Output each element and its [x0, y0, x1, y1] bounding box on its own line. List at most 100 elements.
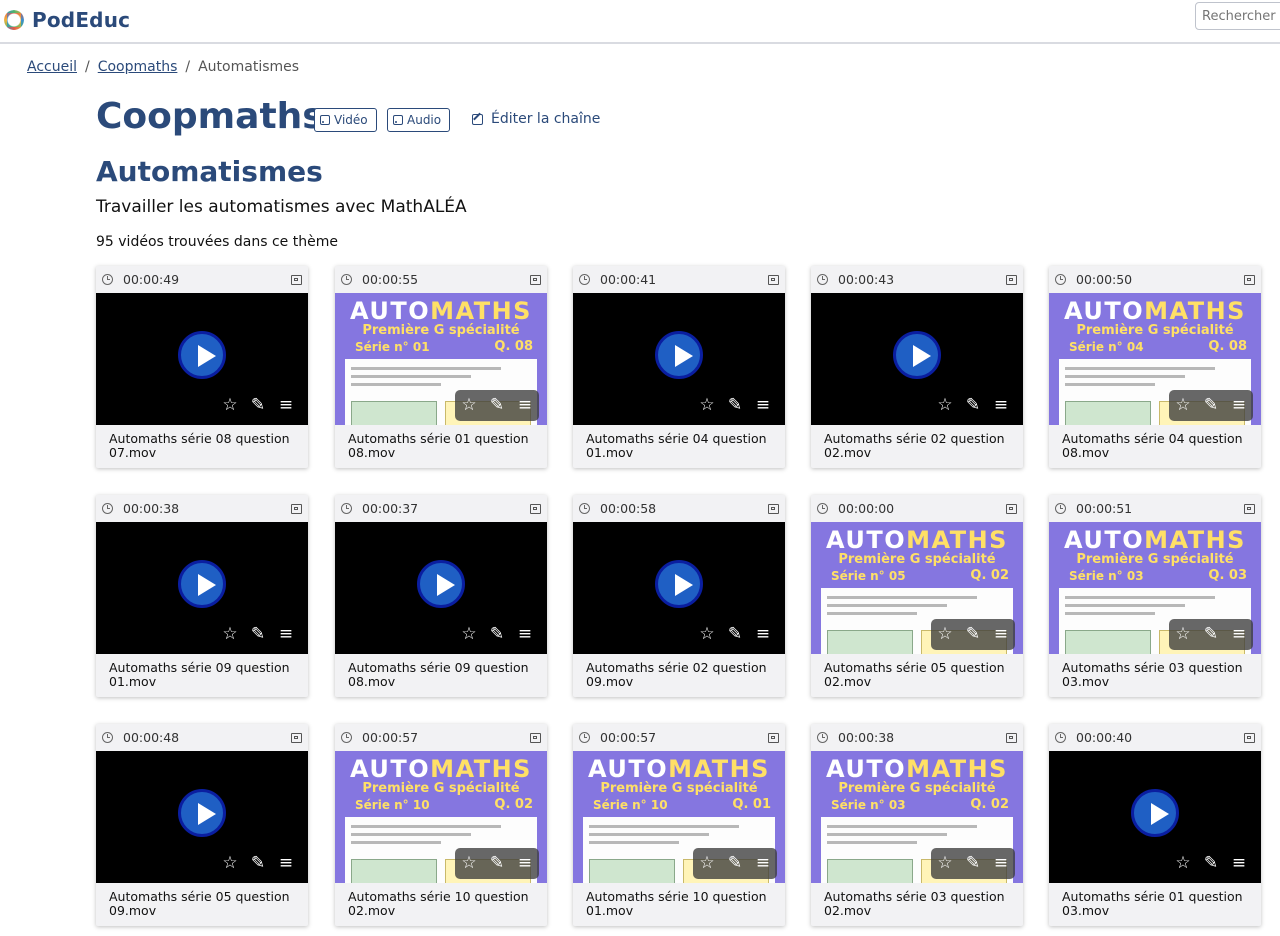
video-title[interactable]: Automaths série 03 question 03.mov [1062, 661, 1252, 689]
edit-icon[interactable]: ✎ [725, 855, 745, 872]
video-title[interactable]: Automaths série 05 question 02.mov [824, 661, 1014, 689]
menu-icon[interactable]: ≡ [1229, 397, 1249, 414]
video-title[interactable]: Automaths série 09 question 01.mov [109, 661, 299, 689]
video-title[interactable]: Automaths série 09 question 08.mov [348, 661, 538, 689]
video-thumbnail[interactable]: AUTOMATHS Première G spécialité Série n° 0… [811, 522, 1023, 654]
video-card[interactable]: 00:00:57 AUTOMATHS Première G spécialité Sé… [335, 724, 547, 926]
edit-icon[interactable]: ✎ [725, 626, 745, 643]
video-thumbnail[interactable]: AUTOMATHS Première G spécialité Série n° 0… [811, 751, 1023, 883]
video-title[interactable]: Automaths série 02 question 09.mov [586, 661, 776, 689]
video-title[interactable]: Automaths série 04 question 01.mov [586, 432, 776, 460]
star-icon[interactable]: ☆ [935, 626, 955, 643]
video-thumbnail[interactable]: AUTOMATHS Première G spécialité Série n° 0… [1049, 293, 1261, 425]
video-card[interactable]: 00:00:50 AUTOMATHS Première G spécialité Sé… [1049, 266, 1261, 468]
menu-icon[interactable]: ≡ [753, 626, 773, 643]
edit-icon[interactable]: ✎ [487, 626, 507, 643]
star-icon[interactable]: ☆ [220, 397, 240, 414]
edit-icon[interactable]: ✎ [725, 397, 745, 414]
video-thumbnail[interactable]: AUTOMATHS Première G spécialité Série n° 1… [335, 751, 547, 883]
video-thumbnail[interactable]: ☆ ✎ ≡ [96, 751, 308, 883]
video-card[interactable]: 00:00:40 ☆ ✎ ≡ Automaths série 01 question 0… [1049, 724, 1261, 926]
edit-icon[interactable]: ✎ [1201, 855, 1221, 872]
video-card[interactable]: 00:00:38 AUTOMATHS Première G spécialité Sé… [811, 724, 1023, 926]
video-card[interactable]: 00:00:55 AUTOMATHS Première G spécialité Sé… [335, 266, 547, 468]
video-title[interactable]: Automaths série 01 question 08.mov [348, 432, 538, 460]
video-thumbnail[interactable]: ☆ ✎ ≡ [573, 293, 785, 425]
rss-icon [393, 115, 403, 125]
edit-icon[interactable]: ✎ [963, 626, 983, 643]
rss-audio-button[interactable]: Audio [387, 108, 450, 132]
star-icon[interactable]: ☆ [459, 397, 479, 414]
video-duration: 00:00:57 [600, 730, 657, 745]
edit-icon[interactable]: ✎ [963, 855, 983, 872]
video-title[interactable]: Automaths série 04 question 08.mov [1062, 432, 1252, 460]
video-thumbnail[interactable]: AUTOMATHS Première G spécialité Série n° 1… [573, 751, 785, 883]
edit-icon[interactable]: ✎ [1201, 397, 1221, 414]
menu-icon[interactable]: ≡ [276, 626, 296, 643]
menu-icon[interactable]: ≡ [991, 855, 1011, 872]
edit-icon[interactable]: ✎ [487, 855, 507, 872]
video-card[interactable]: 00:00:57 AUTOMATHS Première G spécialité Sé… [573, 724, 785, 926]
video-title[interactable]: Automaths série 05 question 09.mov [109, 890, 299, 918]
edit-icon[interactable]: ✎ [248, 855, 268, 872]
video-thumbnail[interactable]: ☆ ✎ ≡ [573, 522, 785, 654]
video-card[interactable]: 00:00:48 ☆ ✎ ≡ Automaths série 05 question 0… [96, 724, 308, 926]
video-title[interactable]: Automaths série 01 question 03.mov [1062, 890, 1252, 918]
video-thumbnail[interactable]: ☆ ✎ ≡ [1049, 751, 1261, 883]
video-thumbnail[interactable]: AUTOMATHS Première G spécialité Série n° 0… [335, 293, 547, 425]
video-title[interactable]: Automaths série 10 question 02.mov [348, 890, 538, 918]
video-card[interactable]: 00:00:43 ☆ ✎ ≡ Automaths série 02 question 0… [811, 266, 1023, 468]
menu-icon[interactable]: ≡ [991, 626, 1011, 643]
edit-icon[interactable]: ✎ [248, 397, 268, 414]
video-card[interactable]: 00:00:00 AUTOMATHS Première G spécialité Sé… [811, 495, 1023, 697]
menu-icon[interactable]: ≡ [1229, 855, 1249, 872]
video-card[interactable]: 00:00:38 ☆ ✎ ≡ Automaths série 09 question 0… [96, 495, 308, 697]
video-title[interactable]: Automaths série 08 question 07.mov [109, 432, 299, 460]
star-icon[interactable]: ☆ [459, 855, 479, 872]
star-icon[interactable]: ☆ [935, 855, 955, 872]
star-icon[interactable]: ☆ [697, 626, 717, 643]
video-thumbnail[interactable]: ☆ ✎ ≡ [96, 522, 308, 654]
video-card[interactable]: 00:00:41 ☆ ✎ ≡ Automaths série 04 question 0… [573, 266, 785, 468]
edit-icon[interactable]: ✎ [963, 397, 983, 414]
menu-icon[interactable]: ≡ [1229, 626, 1249, 643]
edit-icon[interactable]: ✎ [248, 626, 268, 643]
automaths-subtitle: Première G spécialité [838, 552, 996, 567]
video-title[interactable]: Automaths série 10 question 01.mov [586, 890, 776, 918]
star-icon[interactable]: ☆ [1173, 397, 1193, 414]
star-icon[interactable]: ☆ [935, 397, 955, 414]
video-card[interactable]: 00:00:49 ☆ ✎ ≡ Automaths série 08 question 0… [96, 266, 308, 468]
edit-channel-link[interactable]: Éditer la chaîne [472, 111, 600, 127]
video-thumbnail[interactable]: ☆ ✎ ≡ [96, 293, 308, 425]
menu-icon[interactable]: ≡ [276, 855, 296, 872]
edit-icon[interactable]: ✎ [1201, 626, 1221, 643]
menu-icon[interactable]: ≡ [753, 855, 773, 872]
breadcrumb-link-home[interactable]: Accueil [27, 59, 77, 75]
breadcrumb-link-channel[interactable]: Coopmaths [98, 59, 178, 75]
menu-icon[interactable]: ≡ [515, 626, 535, 643]
site-logo[interactable]: PodEduc [4, 7, 130, 33]
edit-icon[interactable]: ✎ [487, 397, 507, 414]
video-thumbnail[interactable]: AUTOMATHS Première G spécialité Série n° 0… [1049, 522, 1261, 654]
menu-icon[interactable]: ≡ [276, 397, 296, 414]
video-card[interactable]: 00:00:37 ☆ ✎ ≡ Automaths série 09 question 0… [335, 495, 547, 697]
star-icon[interactable]: ☆ [459, 626, 479, 643]
menu-icon[interactable]: ≡ [515, 855, 535, 872]
menu-icon[interactable]: ≡ [753, 397, 773, 414]
rss-video-button[interactable]: Vidéo [314, 108, 377, 132]
star-icon[interactable]: ☆ [697, 855, 717, 872]
video-card[interactable]: 00:00:58 ☆ ✎ ≡ Automaths série 02 question 0… [573, 495, 785, 697]
video-title[interactable]: Automaths série 02 question 02.mov [824, 432, 1014, 460]
video-title[interactable]: Automaths série 03 question 02.mov [824, 890, 1014, 918]
star-icon[interactable]: ☆ [1173, 626, 1193, 643]
search-input[interactable] [1195, 2, 1280, 30]
star-icon[interactable]: ☆ [220, 855, 240, 872]
star-icon[interactable]: ☆ [1173, 855, 1193, 872]
video-thumbnail[interactable]: ☆ ✎ ≡ [335, 522, 547, 654]
menu-icon[interactable]: ≡ [515, 397, 535, 414]
star-icon[interactable]: ☆ [220, 626, 240, 643]
video-thumbnail[interactable]: ☆ ✎ ≡ [811, 293, 1023, 425]
video-card[interactable]: 00:00:51 AUTOMATHS Première G spécialité Sé… [1049, 495, 1261, 697]
star-icon[interactable]: ☆ [697, 397, 717, 414]
menu-icon[interactable]: ≡ [991, 397, 1011, 414]
